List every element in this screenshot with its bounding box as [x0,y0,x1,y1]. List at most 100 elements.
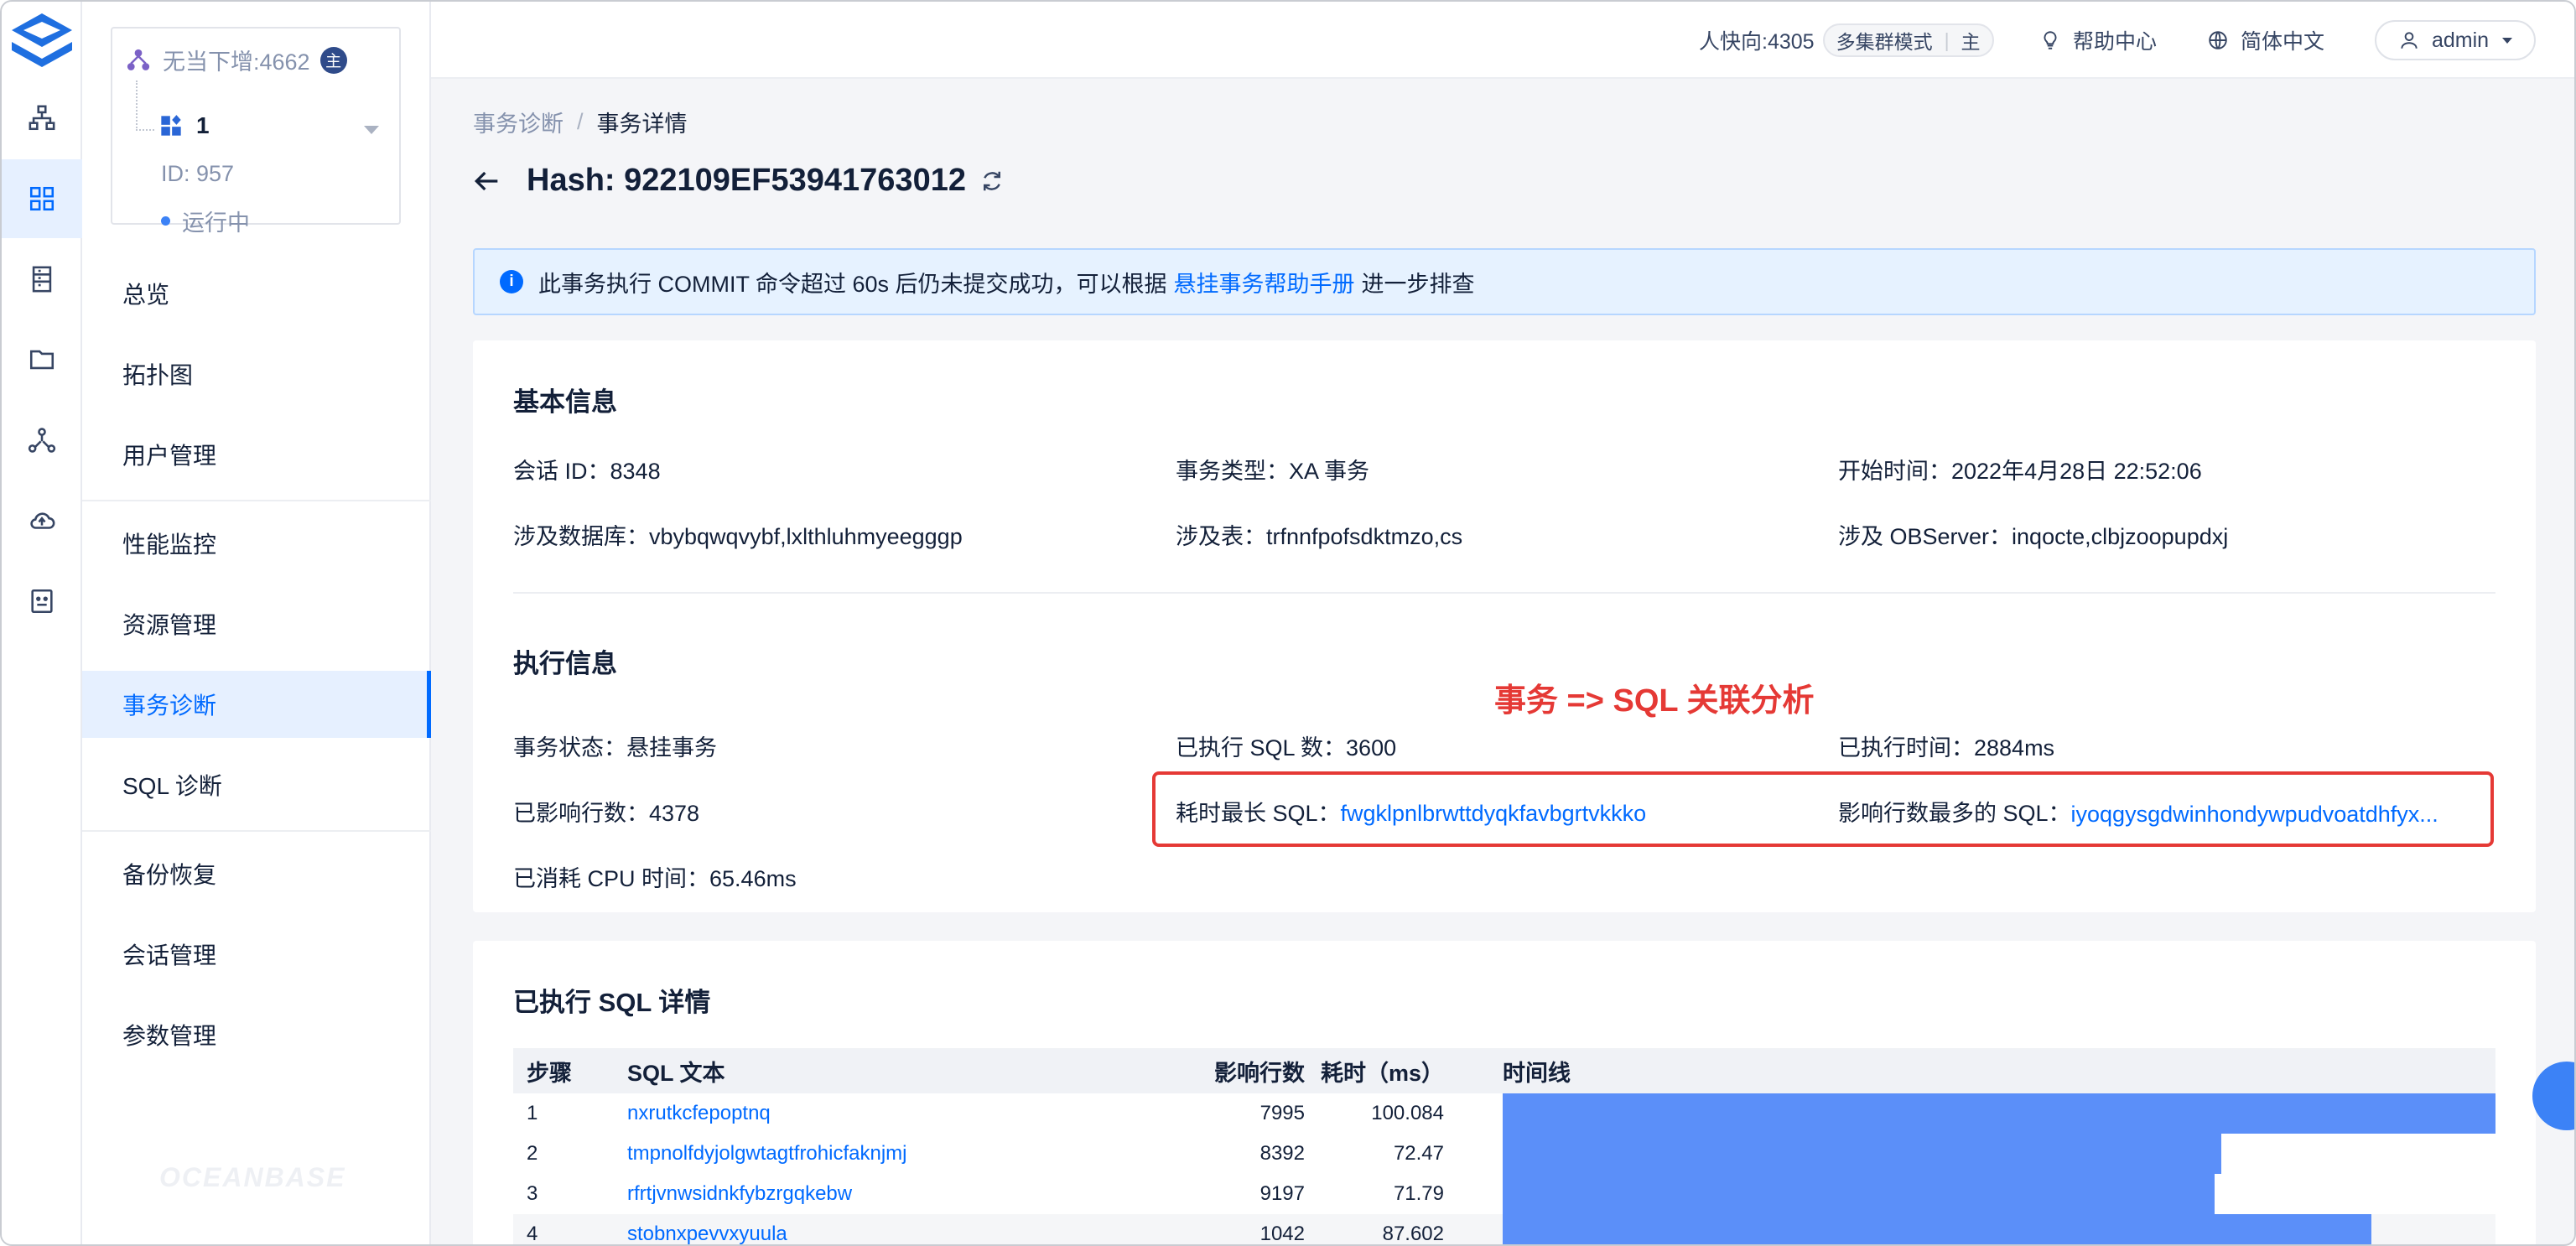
oceanbase-logo-icon[interactable] [8,10,75,74]
transaction-state-value: 悬挂事务 [626,735,717,761]
table-row[interactable]: 2 tmpnolfdyjolgwtagtfrohicfaknjmj 8392 72.4… [513,1134,2496,1174]
menu-item-parameter[interactable]: 参数管理 [82,1001,431,1068]
tree-connector [136,80,154,131]
timeline-bar [1503,1174,2215,1214]
database-nav-icon[interactable] [2,240,82,319]
user-menu-button[interactable]: admin [2375,20,2537,60]
menu-item-session[interactable]: 会话管理 [82,921,431,988]
menu-item-user-management[interactable]: 用户管理 [82,421,431,488]
breadcrumb-current: 事务详情 [596,112,688,137]
menu-item-sql-diagnosis[interactable]: SQL 诊断 [82,751,431,818]
title-row: Hash: 922109EF53941763012 [470,163,1005,199]
timeline-bar [1503,1134,2222,1174]
col-duration: 耗时（ms） [1320,1060,1444,1086]
row-duration: 71.79 [1393,1182,1444,1205]
icon-rail [2,2,82,1244]
user-label: admin [2432,28,2490,52]
help-manual-link[interactable]: 悬挂事务帮助手册 [1174,266,1355,299]
table-row[interactable]: 4 stobnxpevvxyuula 1042 87.602 [513,1214,2496,1244]
most-rows-sql-link[interactable]: iyoqgysgdwinhondywpudvoatdhfyx... [2071,802,2438,828]
topology-nav-icon[interactable] [2,79,82,158]
affected-rows-field: 已影响行数：4378 [513,795,699,828]
table-row[interactable]: 1 nxrutkcfepoptnq 7995 100.084 [513,1093,2496,1134]
menu-item-overview[interactable]: 总览 [82,260,431,327]
table-row[interactable]: 3 rfrtjvnwsidnkfybzrgqkebw 9197 71.79 [513,1174,2496,1214]
app-window: 无当下增:4662 主 1 ID: 957 运行中 总览 拓扑图 用户管理 性能… [0,0,2576,1246]
row-sql-link[interactable]: rfrtjvnwsidnkfybzrgqkebw [627,1182,852,1206]
footer-logo: OCEANBASE [159,1162,346,1192]
session-id-field: 会话 ID：8348 [513,453,661,485]
back-arrow-icon[interactable] [470,164,503,198]
session-id-label: 会话 ID： [513,459,610,484]
tenant-grid-nav-icon[interactable] [2,159,82,238]
row-sql-link[interactable]: tmpnolfdyjolgwtagtfrohicfaknjmj [627,1142,906,1166]
cluster-mode-indicator: 人快向:4305 多集群模式 | 主 [1699,20,1994,60]
sql-count-value: 3600 [1346,735,1397,761]
row-duration: 100.084 [1371,1102,1444,1124]
start-time-label: 开始时间： [1838,459,1951,484]
cpu-time-label: 已消耗 CPU 时间： [513,866,710,891]
menu-item-backup[interactable]: 备份恢复 [82,840,431,907]
menu-item-performance[interactable]: 性能监控 [82,510,431,577]
annotation-label: 事务 => SQL 关联分析 [1494,683,1815,719]
database-label: 涉及数据库： [513,524,649,549]
row-duration: 72.47 [1393,1142,1444,1165]
menu-divider [82,500,431,501]
observer-value: inqocte,clbjzoopupdxj [2012,524,2229,549]
menu-item-transaction-diagnosis[interactable]: 事务诊断 [82,671,431,738]
menu-item-resource[interactable]: 资源管理 [82,590,431,657]
language-label: 简体中文 [2241,30,2325,54]
start-time-field: 开始时间：2022年4月28日 22:52:06 [1838,453,2202,485]
tenant-name: 1 [196,112,210,138]
folder-nav-icon[interactable] [2,320,82,399]
network-nav-icon[interactable] [2,401,82,480]
sql-details-card: 已执行 SQL 详情 步骤 SQL 文本 影响行数 耗时（ms） 时间线 1 nx… [473,941,2536,1244]
breadcrumb: 事务诊断 / 事务详情 [473,106,688,138]
most-rows-sql-label: 影响行数最多的 SQL： [1838,801,2071,826]
robot-nav-icon[interactable] [2,562,82,641]
row-affected-rows: 9197 [1259,1182,1305,1205]
col-step: 步骤 [527,1060,572,1086]
row-step: 1 [527,1102,538,1124]
globe-icon [2209,31,2227,49]
database-field: 涉及数据库：vbybqwqvybf,lxlthluhmyeegggp [513,518,963,551]
col-timeline: 时间线 [1503,1060,1571,1086]
timeline-bar [1503,1214,2371,1244]
col-affected-rows: 影响行数 [1214,1060,1305,1086]
refresh-icon[interactable] [979,169,1005,194]
longest-sql-link[interactable]: fwgklpnlbrwttdyqkfavbgrtvkkko [1341,801,1647,826]
language-switcher[interactable]: 简体中文 [2207,20,2324,60]
row-affected-rows: 7995 [1259,1102,1305,1124]
chevron-down-icon [2502,37,2513,44]
menu-item-topology[interactable]: 拓扑图 [82,340,431,408]
elapsed-time-label: 已执行时间： [1838,735,1974,761]
transaction-type-field: 事务类型：XA 事务 [1176,453,1369,485]
mode-pill[interactable]: 多集群模式 | 主 [1822,23,1994,57]
tenant-row[interactable]: 1 [159,112,210,139]
observer-label: 涉及 OBServer： [1838,524,2012,549]
basic-info-title: 基本信息 [513,387,617,417]
cluster-name: 无当下增:4662 [163,49,310,75]
primary-badge: 主 [319,46,347,74]
tenant-icon [161,115,181,136]
status-dot-icon [161,216,170,226]
breadcrumb-parent[interactable]: 事务诊断 [473,106,564,138]
cluster-card[interactable]: 无当下增:4662 主 1 ID: 957 运行中 [111,27,401,236]
sql-count-label: 已执行 SQL 数： [1176,735,1347,761]
tenant-dropdown-icon[interactable] [364,126,379,134]
row-sql-link[interactable]: stobnxpevvxyuula [627,1223,787,1244]
row-sql-link[interactable]: nxrutkcfepoptnq [627,1102,771,1125]
main-content: 事务诊断 / 事务详情 Hash: 922109EF53941763012 i … [431,79,2574,1244]
affected-rows-label: 已影响行数： [513,801,649,826]
elapsed-time-field: 已执行时间：2884ms [1838,729,2054,762]
tenant-id: ID: 957 [161,161,235,186]
help-center-link[interactable]: 帮助中心 [2039,20,2157,60]
most-rows-sql-field: 影响行数最多的 SQL：iyoqgysgdwinhondywpudvoatdhf… [1838,795,2438,828]
transaction-state-label: 事务状态： [513,735,626,761]
cloud-nav-icon[interactable] [2,481,82,560]
floating-action-button[interactable] [2532,1062,2574,1130]
info-alert: i 此事务执行 COMMIT 命令超过 60s 后仍未提交成功，可以根据 悬挂事… [473,248,2536,315]
table-header: 步骤 SQL 文本 影响行数 耗时（ms） 时间线 [513,1048,2496,1093]
tenant-status-text: 运行中 [182,210,250,236]
cpu-time-field: 已消耗 CPU 时间：65.46ms [513,860,797,893]
